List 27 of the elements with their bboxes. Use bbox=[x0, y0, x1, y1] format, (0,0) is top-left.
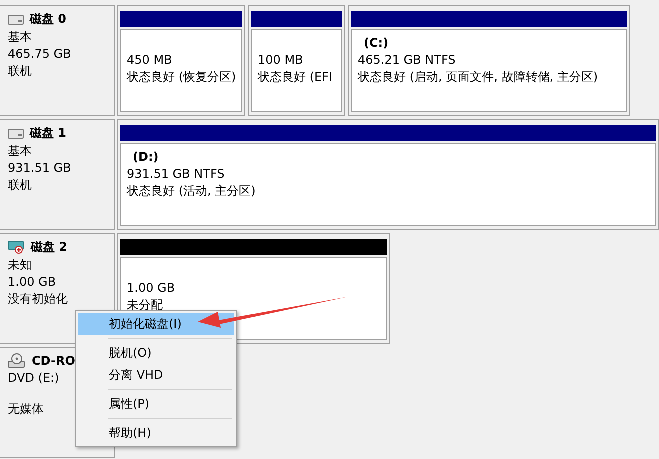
partition-label: (C:) bbox=[363, 36, 390, 51]
disk-size: 465.75 GB bbox=[8, 47, 72, 62]
disk-size: 931.51 GB bbox=[8, 161, 72, 176]
disk-size: 1.00 GB bbox=[8, 275, 58, 290]
disk-type: 基本 bbox=[8, 30, 33, 45]
partition-status: 状态良好 (EFI bbox=[258, 70, 334, 85]
disk-status: 没有初始化 bbox=[8, 292, 69, 307]
partition-status: 状态良好 (活动, 主分区) bbox=[127, 184, 257, 199]
disk-name: 磁盘 2 bbox=[31, 239, 68, 256]
partition-size: 100 MB bbox=[258, 53, 304, 68]
partition-status: 未分配 bbox=[127, 298, 164, 313]
partition-size: 931.51 GB NTFS bbox=[127, 167, 226, 182]
disk-name: CD-RO bbox=[32, 354, 76, 368]
disk-name: 磁盘 0 bbox=[30, 11, 67, 28]
disk-status: 联机 bbox=[8, 178, 33, 193]
disk-type: 基本 bbox=[8, 144, 33, 159]
disk-name: 磁盘 1 bbox=[30, 125, 67, 142]
disk-type: 未知 bbox=[8, 258, 33, 273]
partition-status: 状态良好 (恢复分区) bbox=[127, 70, 235, 85]
disk-type: DVD (E:) bbox=[8, 371, 60, 386]
partition-size: 465.21 GB NTFS bbox=[358, 53, 457, 68]
partition-label: (D:) bbox=[132, 150, 160, 165]
partition-size: 1.00 GB bbox=[127, 281, 176, 296]
disk-status: 无媒体 bbox=[8, 402, 45, 417]
partition-status: 状态良好 (启动, 页面文件, 故障转储, 主分区) bbox=[358, 70, 600, 85]
disk-status: 联机 bbox=[8, 64, 33, 79]
partition-size: 450 MB bbox=[127, 53, 174, 68]
